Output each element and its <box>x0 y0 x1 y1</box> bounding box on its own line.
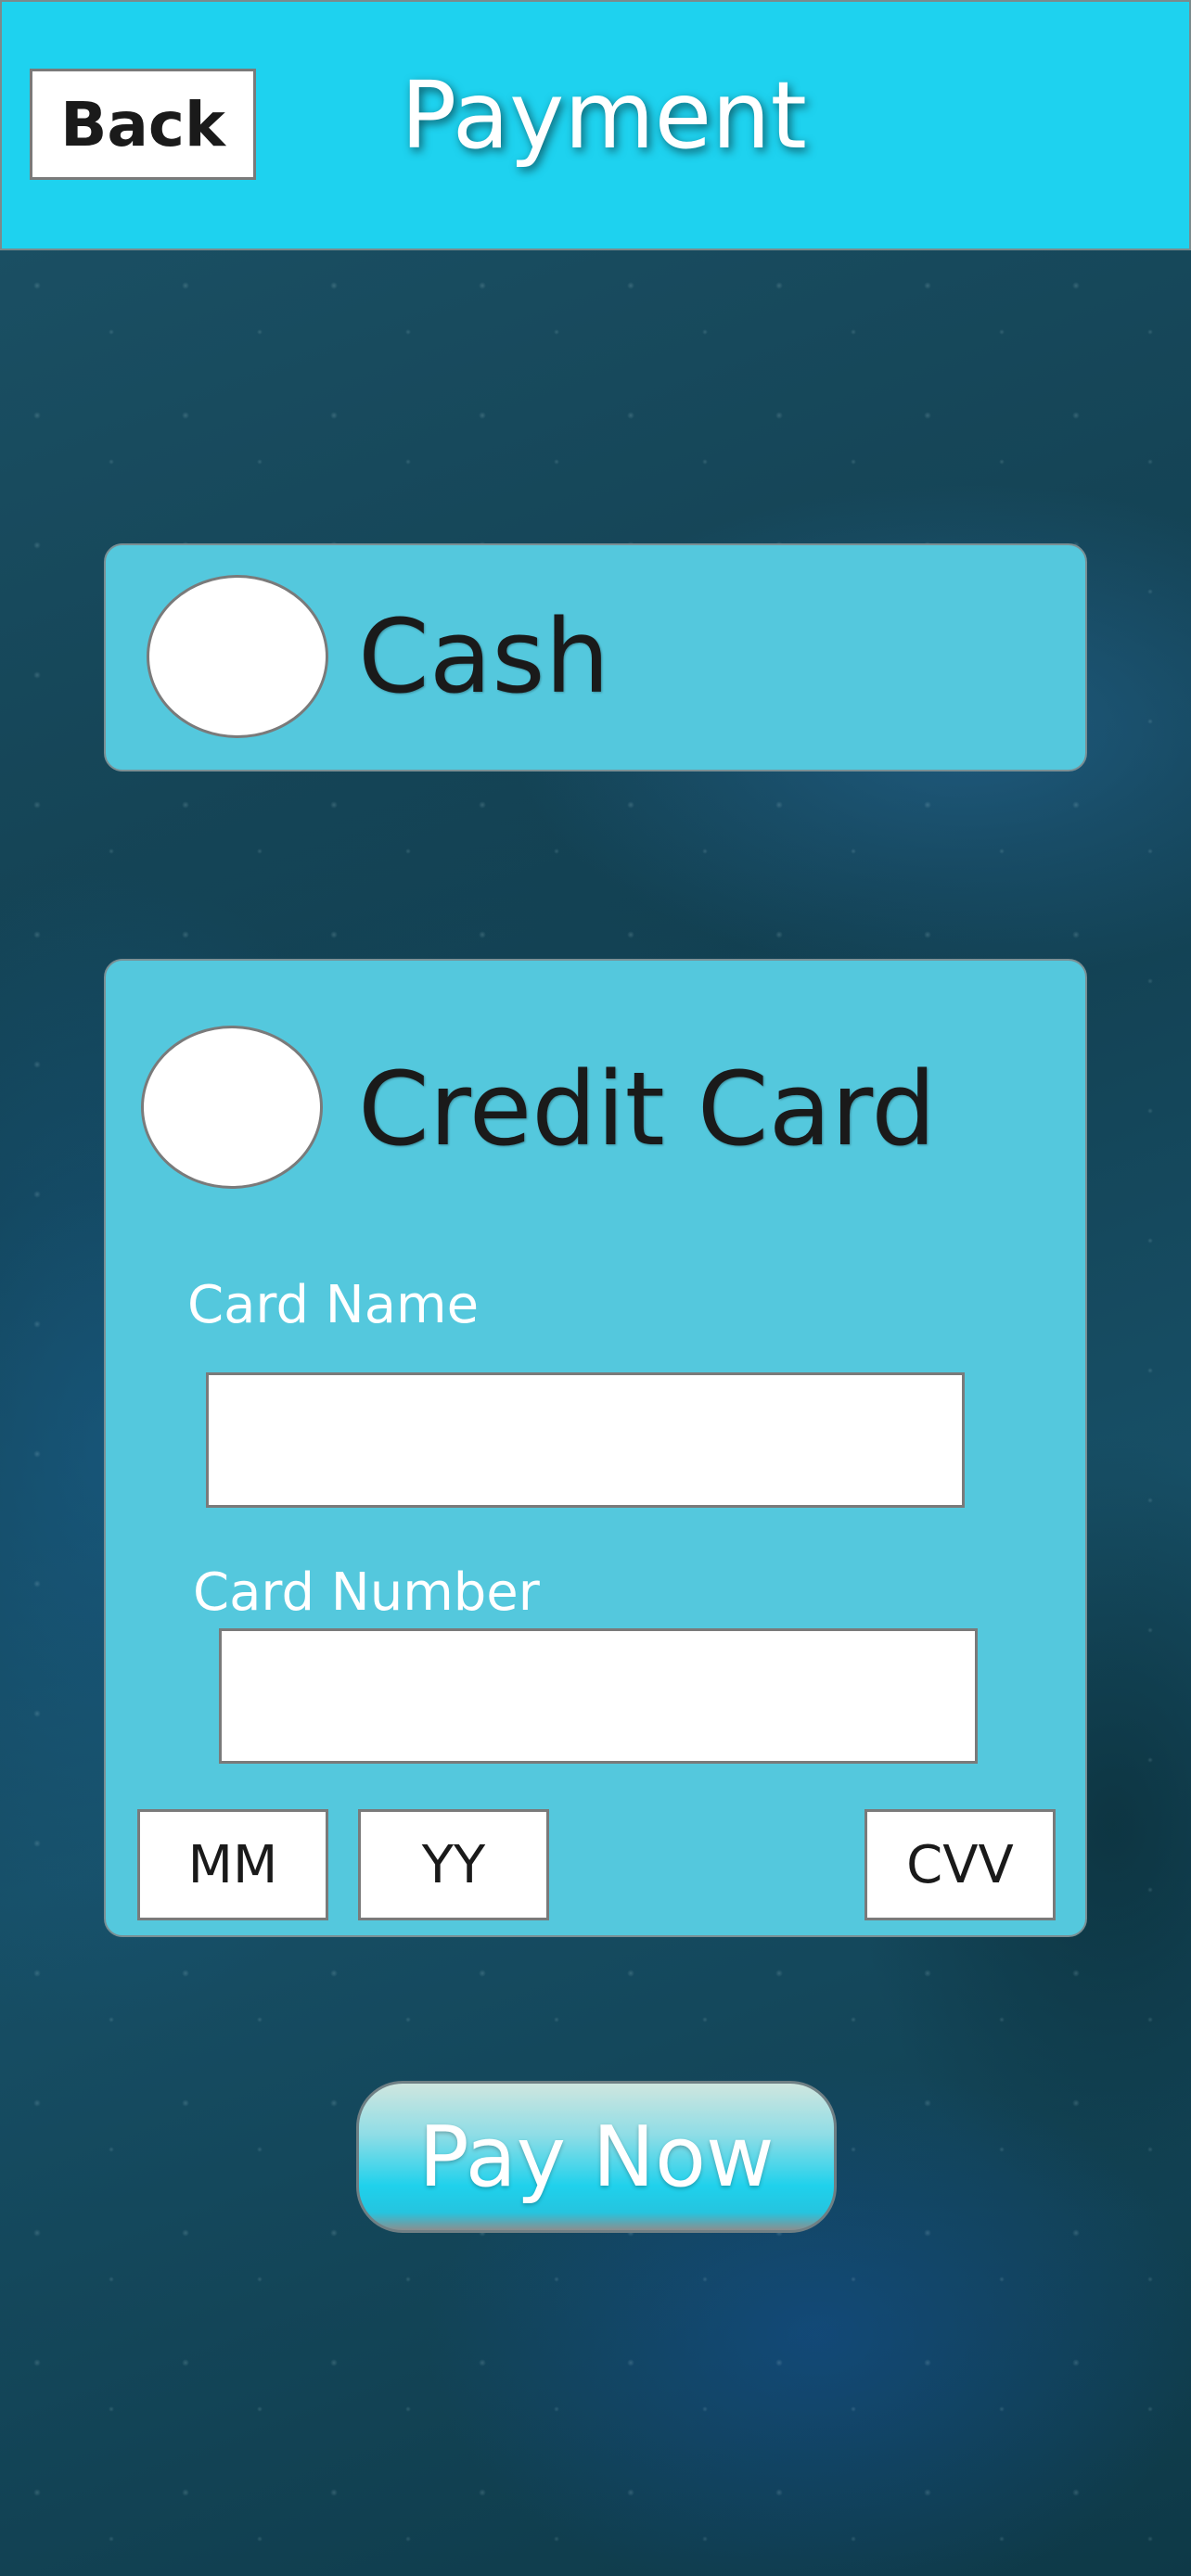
credit-card-radio-button[interactable] <box>141 1026 323 1189</box>
cash-option-label: Cash <box>358 597 610 716</box>
card-number-label: Card Number <box>193 1562 540 1623</box>
card-number-input[interactable] <box>219 1628 978 1764</box>
credit-card-option-panel[interactable]: Credit Card Card Name Card Number MM YY … <box>104 959 1087 1937</box>
expiry-month-field[interactable]: MM <box>137 1809 328 1920</box>
expiry-year-field[interactable]: YY <box>358 1809 549 1920</box>
header-bar: Back Payment <box>0 0 1191 250</box>
cvv-field[interactable]: CVV <box>864 1809 1056 1920</box>
page-title: Payment <box>401 61 807 170</box>
credit-card-option-label: Credit Card <box>358 1050 937 1168</box>
card-name-label: Card Name <box>187 1275 480 1335</box>
card-name-input[interactable] <box>206 1372 965 1508</box>
back-button[interactable]: Back <box>30 69 256 180</box>
cash-radio-button[interactable] <box>147 575 328 738</box>
pay-now-button[interactable]: Pay Now <box>356 2081 837 2233</box>
cash-option-panel[interactable]: Cash <box>104 543 1087 772</box>
